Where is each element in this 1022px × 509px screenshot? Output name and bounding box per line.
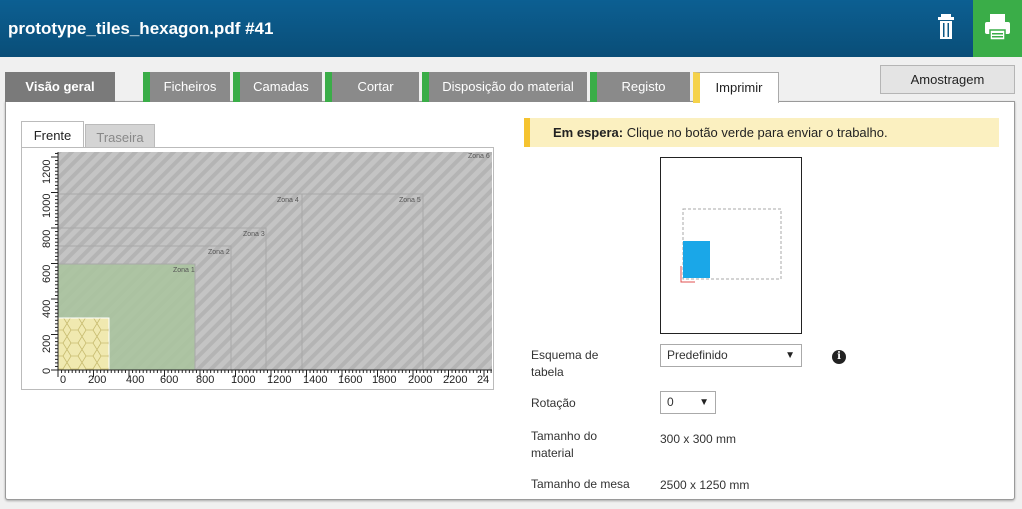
zone-label: Zona 3 — [243, 231, 265, 238]
media-preview-canvas — [680, 208, 782, 283]
x-tick-label: 0 — [60, 374, 66, 386]
zone-label: Zona 5 — [399, 197, 421, 204]
rotation-select[interactable]: 0 ▼ — [660, 391, 716, 414]
trash-icon — [938, 14, 954, 39]
media-position — [683, 241, 710, 278]
x-tick-label: 1200 — [267, 374, 291, 386]
y-tick-label: 200 — [41, 335, 53, 353]
tab-bar: Visão geral Ficheiros Camadas Cortar Dis… — [0, 72, 1022, 103]
info-icon[interactable]: i — [832, 350, 846, 364]
x-tick-label: 24 — [477, 374, 489, 386]
subtab-back[interactable]: Traseira — [85, 124, 155, 149]
window-title: prototype_tiles_hexagon.pdf #41 — [8, 19, 274, 38]
delete-button[interactable] — [936, 12, 964, 42]
zone-label: Zona 2 — [208, 249, 230, 256]
zone-label: Zona 4 — [277, 197, 299, 204]
tab-register[interactable]: Registo — [590, 72, 690, 102]
y-tick-label: 600 — [41, 265, 53, 283]
table-scheme-value: Predefinido — [667, 348, 728, 362]
status-title: Em espera: — [553, 125, 624, 140]
media-preview — [660, 157, 802, 334]
x-tick-label: 2000 — [408, 374, 432, 386]
status-message: Clique no botão verde para enviar o trab… — [626, 125, 888, 140]
print-button[interactable] — [973, 0, 1022, 57]
rotation-value: 0 — [667, 395, 674, 409]
x-tick-label: 1800 — [372, 374, 396, 386]
subtab-front[interactable]: Frente — [21, 121, 84, 149]
tab-media-layout[interactable]: Disposição do material — [422, 72, 587, 102]
table-size-label: Tamanho de mesa — [531, 477, 630, 491]
printer-icon — [985, 14, 1010, 41]
y-tick-label: 1000 — [41, 194, 53, 218]
table-canvas: Zona 1 Zona 2 Zona 3 Zona 4 Zona 5 Zona … — [41, 152, 492, 386]
x-tick-label: 1400 — [303, 374, 327, 386]
media-size-value: 300 x 300 mm — [660, 432, 737, 446]
tab-overview[interactable]: Visão geral — [5, 72, 115, 102]
table-size-value: 2500 x 1250 mm — [660, 478, 750, 492]
y-tick-label: 0 — [41, 368, 53, 374]
x-tick-label: 2200 — [443, 374, 467, 386]
dropdown-arrow-icon: ▼ — [699, 397, 709, 408]
media-size-label: Tamanho do material — [531, 429, 598, 460]
y-tick-label: 800 — [41, 230, 53, 248]
dropdown-arrow-icon: ▼ — [785, 350, 795, 361]
tab-print[interactable]: Imprimir — [693, 72, 779, 103]
x-tick-label: 1000 — [231, 374, 255, 386]
x-tick-label: 600 — [160, 374, 178, 386]
table-scheme-label: Esquema de tabela — [531, 348, 599, 379]
y-tick-label: 1200 — [41, 160, 53, 184]
tab-cut[interactable]: Cortar — [325, 72, 419, 102]
x-tick-label: 200 — [88, 374, 106, 386]
zone-label: Zona 6 — [468, 153, 490, 160]
rotation-label: Rotação — [531, 396, 576, 410]
x-tick-label: 400 — [126, 374, 144, 386]
x-tick-label: 800 — [196, 374, 214, 386]
media-tiles — [57, 317, 110, 371]
table-scheme-select[interactable]: Predefinido ▼ — [660, 344, 802, 367]
tab-layers[interactable]: Camadas — [233, 72, 322, 102]
sample-button[interactable]: Amostragem — [880, 65, 1015, 94]
y-tick-label: 400 — [41, 300, 53, 318]
x-tick-label: 1600 — [338, 374, 362, 386]
zone-label: Zona 1 — [173, 267, 195, 274]
table-preview: Zona 1 Zona 2 Zona 3 Zona 4 Zona 5 Zona … — [21, 147, 494, 390]
title-bar: prototype_tiles_hexagon.pdf #41 — [0, 0, 1022, 57]
status-banner: Em espera: Clique no botão verde para en… — [524, 118, 999, 147]
tab-files[interactable]: Ficheiros — [143, 72, 230, 102]
